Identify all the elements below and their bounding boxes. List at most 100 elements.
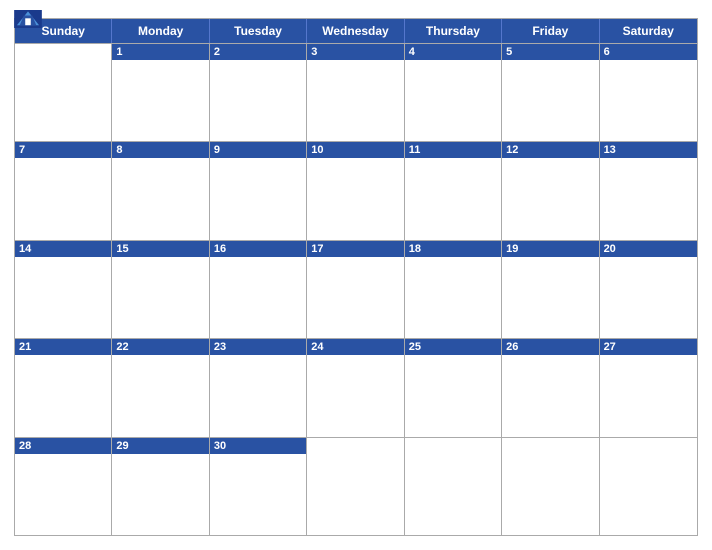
day-content [15,257,111,338]
day-content [502,442,598,535]
day-cell: 19 [502,241,599,338]
day-cell: 25 [405,339,502,436]
day-number: 8 [112,142,208,158]
day-number: 25 [405,339,501,355]
day-cell: 2 [210,44,307,141]
day-cell: 6 [600,44,697,141]
day-number: 9 [210,142,306,158]
day-number: 22 [112,339,208,355]
day-content [600,60,697,141]
day-header-thursday: Thursday [405,19,502,43]
day-number: 1 [112,44,208,60]
day-content [502,158,598,239]
day-content [600,442,697,535]
day-number: 2 [210,44,306,60]
day-cell: 26 [502,339,599,436]
day-cell: 4 [405,44,502,141]
day-number: 17 [307,241,403,257]
day-cell: 12 [502,142,599,239]
day-content [405,257,501,338]
day-number: 12 [502,142,598,158]
day-number: 7 [15,142,111,158]
day-cell: 9 [210,142,307,239]
day-cell [600,438,697,535]
day-content [112,454,208,535]
day-content [405,158,501,239]
day-content [600,355,697,436]
day-cell: 14 [15,241,112,338]
day-cell [405,438,502,535]
day-number: 20 [600,241,697,257]
day-content [15,454,111,535]
day-cell: 10 [307,142,404,239]
day-content [112,257,208,338]
day-number: 10 [307,142,403,158]
day-number: 11 [405,142,501,158]
day-number: 18 [405,241,501,257]
day-content [210,257,306,338]
day-cell: 20 [600,241,697,338]
day-number: 5 [502,44,598,60]
day-content [307,257,403,338]
day-content [210,60,306,141]
day-number: 24 [307,339,403,355]
day-cell: 18 [405,241,502,338]
day-content [210,158,306,239]
day-content [15,355,111,436]
day-content [307,60,403,141]
day-content [307,158,403,239]
day-cell: 28 [15,438,112,535]
day-content [210,355,306,436]
week-row-5: 282930 [15,437,697,535]
day-content [600,158,697,239]
day-cell: 23 [210,339,307,436]
day-content [112,60,208,141]
day-number: 27 [600,339,697,355]
week-row-3: 14151617181920 [15,240,697,338]
day-number: 29 [112,438,208,454]
day-cell: 16 [210,241,307,338]
day-content [112,355,208,436]
day-header-monday: Monday [112,19,209,43]
day-content [405,60,501,141]
week-row-4: 21222324252627 [15,338,697,436]
day-content [210,454,306,535]
day-cell: 24 [307,339,404,436]
day-cell: 29 [112,438,209,535]
day-content [405,442,501,535]
day-number: 3 [307,44,403,60]
day-cell: 8 [112,142,209,239]
day-content [307,355,403,436]
day-cell [307,438,404,535]
day-number: 16 [210,241,306,257]
day-number: 14 [15,241,111,257]
day-number: 15 [112,241,208,257]
day-content [600,257,697,338]
day-cell: 13 [600,142,697,239]
day-content [502,355,598,436]
day-content [15,48,111,141]
day-cell [502,438,599,535]
day-number: 13 [600,142,697,158]
day-cell: 30 [210,438,307,535]
calendar-grid: SundayMondayTuesdayWednesdayThursdayFrid… [14,18,698,536]
logo [14,10,42,30]
day-cell: 7 [15,142,112,239]
day-cell: 3 [307,44,404,141]
day-content [112,158,208,239]
day-header-tuesday: Tuesday [210,19,307,43]
day-number: 21 [15,339,111,355]
day-cell: 5 [502,44,599,141]
day-number: 28 [15,438,111,454]
day-number: 23 [210,339,306,355]
day-content [502,257,598,338]
day-cell: 27 [600,339,697,436]
day-cell: 21 [15,339,112,436]
day-headers: SundayMondayTuesdayWednesdayThursdayFrid… [15,19,697,43]
day-header-saturday: Saturday [600,19,697,43]
day-cell: 11 [405,142,502,239]
day-content [15,158,111,239]
day-number: 6 [600,44,697,60]
day-cell [15,44,112,141]
week-row-2: 78910111213 [15,141,697,239]
